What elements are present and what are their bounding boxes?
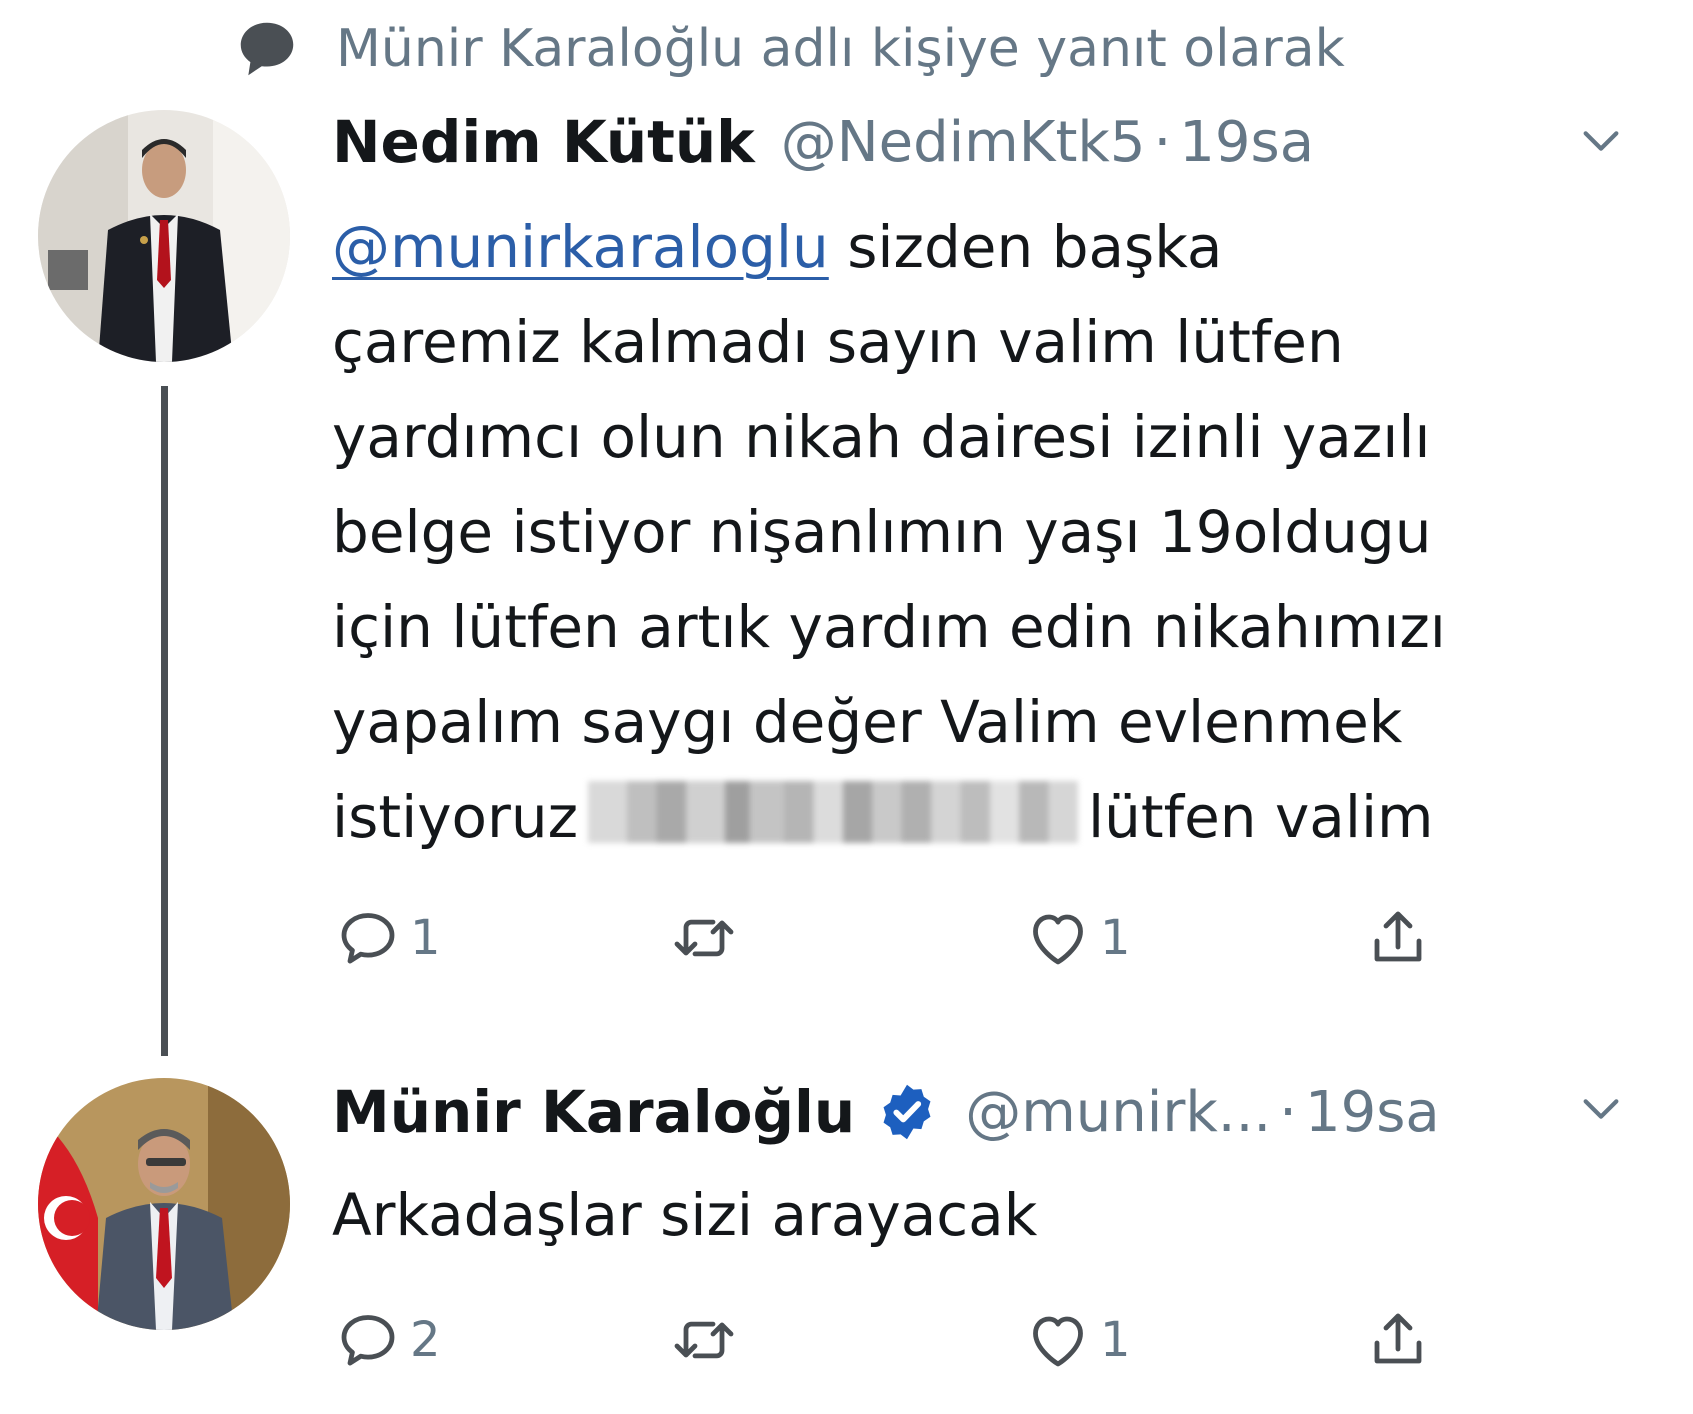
- share-icon: [1374, 1313, 1422, 1364]
- retweet-button[interactable]: [668, 898, 746, 978]
- share-button[interactable]: [1362, 1300, 1434, 1380]
- like-button[interactable]: 1: [1022, 898, 1131, 978]
- reply-icon: [341, 913, 395, 964]
- tweet-text-line: yardımcı olun nikah dairesi izinli yazıl…: [332, 403, 1431, 471]
- tweet-text-segment: sizden başka: [828, 213, 1223, 281]
- tweet-text-segment: lütfen valim: [1088, 783, 1434, 851]
- retweet-button[interactable]: [668, 1300, 746, 1380]
- tweet-text-line: çaremiz kalmadı sayın valim lütfen: [332, 308, 1344, 376]
- author-handle[interactable]: @NedimKtk5: [781, 110, 1146, 175]
- reply-button[interactable]: 2: [332, 1300, 441, 1380]
- reply-context-text: Münir Karaloğlu adlı kişiye yanıt olarak: [336, 19, 1345, 79]
- like-count: 1: [1100, 910, 1131, 966]
- tweet-timestamp[interactable]: 19sa: [1179, 110, 1314, 175]
- tweet-text-line: istiyoruz lütfen valim: [332, 770, 1662, 865]
- tweet-text-line: için lütfen artık yardım edin nikahımızı: [332, 593, 1446, 661]
- share-icon: [1374, 911, 1422, 962]
- tweet-body: Arkadaşlar sizi arayacak: [332, 1168, 1662, 1263]
- author-handle[interactable]: @munirk...: [965, 1080, 1271, 1145]
- tweet-body: @munirkaraloglu sizden başka çaremiz kal…: [332, 200, 1662, 865]
- avatar-image: [38, 1078, 290, 1330]
- heart-icon: [1033, 914, 1083, 965]
- tweet-timestamp[interactable]: 19sa: [1305, 1080, 1440, 1145]
- author-name[interactable]: Nedim Kütük: [332, 108, 755, 176]
- tweet-header: Nedim Kütük @NedimKtk5 · 19sa: [332, 102, 1314, 182]
- tweet-actions: 2 1: [332, 1300, 1452, 1380]
- chevron-down-icon[interactable]: [1578, 1086, 1624, 1132]
- separator-dot: ·: [1279, 1079, 1297, 1145]
- verified-badge-icon: [883, 1084, 931, 1140]
- tweet-text-line: Arkadaşlar sizi arayacak: [332, 1181, 1038, 1249]
- tweet-actions: 1 1: [332, 898, 1452, 978]
- share-button[interactable]: [1362, 898, 1434, 978]
- tweet-text-line: belge istiyor nişanlımın yaşı 19oldugu: [332, 498, 1432, 566]
- avatar[interactable]: [38, 1078, 290, 1330]
- reply-context: Münir Karaloğlu adlı kişiye yanıt olarak: [232, 14, 1345, 84]
- reply-count: 2: [410, 1312, 441, 1368]
- chevron-down-icon[interactable]: [1578, 118, 1624, 164]
- reply-icon: [341, 1315, 395, 1366]
- blurred-redaction: [588, 781, 1079, 843]
- avatar[interactable]: [38, 110, 290, 362]
- mention-link[interactable]: @munirkaraloglu: [332, 213, 829, 281]
- like-button[interactable]: 1: [1022, 1300, 1131, 1380]
- author-name[interactable]: Münir Karaloğlu: [332, 1078, 855, 1146]
- like-count: 1: [1100, 1312, 1131, 1368]
- tweet-text-segment: istiyoruz: [332, 783, 579, 851]
- reply-button[interactable]: 1: [332, 898, 441, 978]
- speech-bubble-icon: [240, 22, 294, 76]
- tweet-header: Münir Karaloğlu @munirk... · 19sa: [332, 1072, 1440, 1152]
- heart-icon: [1033, 1316, 1083, 1367]
- tweet-text-line: yapalım saygı değer Valim evlenmek: [332, 688, 1403, 756]
- thread-connector-line: [161, 386, 168, 1056]
- reply-count: 1: [410, 910, 441, 966]
- avatar-image: [38, 110, 290, 362]
- separator-dot: ·: [1153, 109, 1172, 175]
- retweet-icon: [674, 1321, 734, 1359]
- retweet-icon: [674, 919, 734, 957]
- tweet-text-line: @munirkaraloglu sizden başka: [332, 200, 1662, 295]
